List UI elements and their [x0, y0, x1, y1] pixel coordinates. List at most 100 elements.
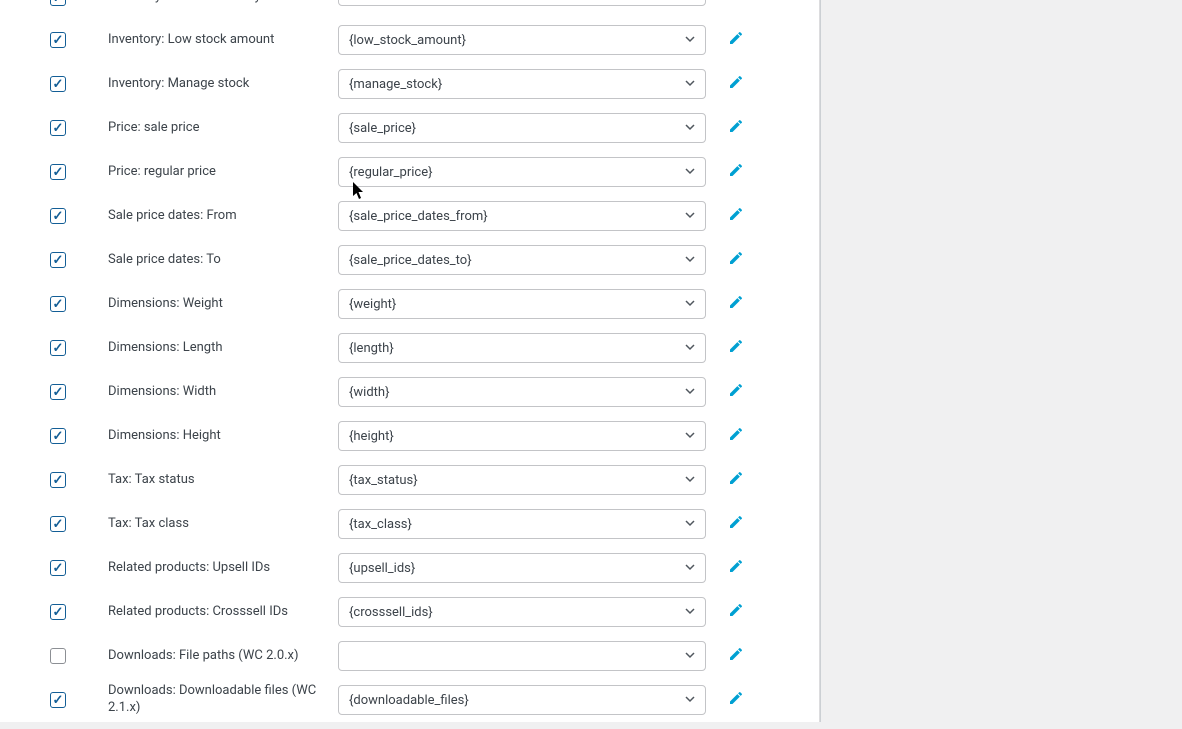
field-enable-checkbox[interactable]: [50, 648, 66, 664]
field-row: Price: regular price {regular_price}: [0, 150, 819, 194]
field-row: Inventory: Sold individually{sold_indivi…: [0, 0, 819, 18]
field-value-text: {sale_price}: [349, 121, 416, 136]
field-label: Related products: Crosssell IDs: [108, 604, 338, 621]
field-enable-checkbox[interactable]: [50, 0, 66, 6]
field-row: Dimensions: Height {height}: [0, 414, 819, 458]
field-value-text: {weight}: [349, 297, 396, 312]
field-value-text: {height}: [349, 429, 394, 444]
field-enable-checkbox[interactable]: [50, 384, 66, 400]
field-enable-checkbox[interactable]: [50, 120, 66, 136]
field-row: Downloads: Downloadable files (WC 2.1.x)…: [0, 678, 819, 722]
field-enable-checkbox[interactable]: [50, 296, 66, 312]
field-row: Price: sale price {sale_price}: [0, 106, 819, 150]
field-value-select[interactable]: {low_stock_amount}: [338, 25, 706, 55]
chevron-down-icon: [685, 210, 695, 223]
chevron-down-icon: [685, 694, 695, 707]
field-value-text: {sale_price_dates_to}: [349, 253, 472, 268]
field-row: Tax: Tax class{tax_class}: [0, 502, 819, 546]
edit-pencil-icon[interactable]: [728, 338, 744, 358]
field-value-select[interactable]: {sold_individually}: [338, 0, 706, 6]
field-value-select[interactable]: {length}: [338, 333, 706, 363]
field-value-select[interactable]: {crosssell_ids}: [338, 597, 706, 627]
field-value-text: {manage_stock}: [349, 77, 442, 92]
edit-pencil-icon[interactable]: [728, 470, 744, 490]
field-label: Tax: Tax status: [108, 472, 338, 489]
field-value-select[interactable]: {sale_price}: [338, 113, 706, 143]
field-label: Tax: Tax class: [108, 516, 338, 533]
field-enable-checkbox[interactable]: [50, 32, 66, 48]
edit-pencil-icon[interactable]: [728, 426, 744, 446]
chevron-down-icon: [685, 342, 695, 355]
field-value-select[interactable]: {upsell_ids}: [338, 553, 706, 583]
field-label: Dimensions: Height: [108, 428, 338, 445]
edit-pencil-icon[interactable]: [728, 118, 744, 138]
field-label: Sale price dates: From: [108, 208, 338, 225]
field-value-select[interactable]: {downloadable_files}: [338, 685, 706, 715]
field-enable-checkbox[interactable]: [50, 560, 66, 576]
edit-pencil-icon[interactable]: [728, 690, 744, 710]
field-enable-checkbox[interactable]: [50, 516, 66, 532]
chevron-down-icon: [685, 606, 695, 619]
chevron-down-icon: [685, 562, 695, 575]
field-label: Dimensions: Weight: [108, 296, 338, 313]
field-row: Inventory: Manage stock {manage_stock}: [0, 62, 819, 106]
field-label: Dimensions: Length: [108, 340, 338, 357]
edit-pencil-icon[interactable]: [728, 514, 744, 534]
edit-pencil-icon[interactable]: [728, 382, 744, 402]
field-enable-checkbox[interactable]: [50, 76, 66, 92]
field-enable-checkbox[interactable]: [50, 604, 66, 620]
field-label: Price: sale price: [108, 120, 338, 137]
chevron-down-icon: [685, 430, 695, 443]
chevron-down-icon: [685, 474, 695, 487]
chevron-down-icon: [685, 122, 695, 135]
field-row: Dimensions: Length{length}: [0, 326, 819, 370]
field-value-select[interactable]: {tax_status}: [338, 465, 706, 495]
chevron-down-icon: [685, 298, 695, 311]
field-value-select[interactable]: {manage_stock}: [338, 69, 706, 99]
edit-pencil-icon[interactable]: [728, 250, 744, 270]
field-row: Dimensions: Weight {weight}: [0, 282, 819, 326]
field-enable-checkbox[interactable]: [50, 340, 66, 356]
field-value-text: {regular_price}: [349, 165, 433, 180]
field-value-select[interactable]: {regular_price}: [338, 157, 706, 187]
field-label: Inventory: Manage stock: [108, 76, 338, 93]
field-row: Related products: Crosssell IDs{crosssel…: [0, 590, 819, 634]
field-label: Downloads: File paths (WC 2.0.x): [108, 648, 338, 665]
field-enable-checkbox[interactable]: [50, 252, 66, 268]
field-enable-checkbox[interactable]: [50, 208, 66, 224]
field-row: Sale price dates: To{sale_price_dates_to…: [0, 238, 819, 282]
field-label: Inventory: Low stock amount: [108, 32, 338, 49]
field-value-select[interactable]: {sale_price_dates_from}: [338, 201, 706, 231]
field-row: Inventory: Low stock amount {low_stock_am…: [0, 18, 819, 62]
field-value-select[interactable]: {sale_price_dates_to}: [338, 245, 706, 275]
edit-pencil-icon[interactable]: [728, 602, 744, 622]
field-enable-checkbox[interactable]: [50, 428, 66, 444]
field-value-text: {low_stock_amount}: [349, 33, 466, 48]
field-label: Dimensions: Width: [108, 384, 338, 401]
chevron-down-icon: [685, 254, 695, 267]
edit-pencil-icon[interactable]: [728, 0, 744, 6]
field-enable-checkbox[interactable]: [50, 472, 66, 488]
edit-pencil-icon[interactable]: [728, 162, 744, 182]
edit-pencil-icon[interactable]: [728, 294, 744, 314]
field-enable-checkbox[interactable]: [50, 692, 66, 708]
field-value-select[interactable]: {width}: [338, 377, 706, 407]
field-label: Price: regular price: [108, 164, 338, 181]
field-enable-checkbox[interactable]: [50, 164, 66, 180]
edit-pencil-icon[interactable]: [728, 206, 744, 226]
field-value-text: {sale_price_dates_from}: [349, 209, 488, 224]
edit-pencil-icon[interactable]: [728, 646, 744, 666]
edit-pencil-icon[interactable]: [728, 74, 744, 94]
field-label: Downloads: Downloadable files (WC 2.1.x): [108, 683, 338, 717]
field-row: Downloads: File paths (WC 2.0.x): [0, 634, 819, 678]
edit-pencil-icon[interactable]: [728, 558, 744, 578]
field-label: Inventory: Sold individually: [108, 0, 338, 6]
field-value-select[interactable]: {height}: [338, 421, 706, 451]
field-value-text: {width}: [349, 385, 389, 400]
field-value-select[interactable]: [338, 641, 706, 671]
field-value-select[interactable]: {weight}: [338, 289, 706, 319]
field-row: Related products: Upsell IDs{upsell_ids}: [0, 546, 819, 590]
field-row: Tax: Tax status{tax_status}: [0, 458, 819, 502]
field-value-select[interactable]: {tax_class}: [338, 509, 706, 539]
edit-pencil-icon[interactable]: [728, 30, 744, 50]
